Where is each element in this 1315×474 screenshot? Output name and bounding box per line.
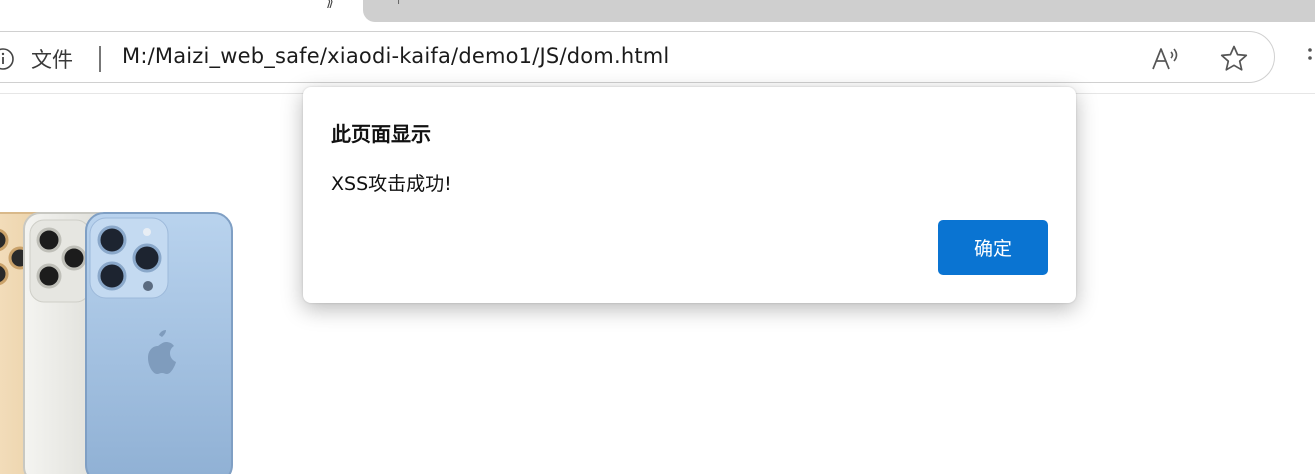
ok-button[interactable]: 确定	[938, 220, 1048, 275]
address-divider	[99, 46, 101, 72]
toolbar: 文件 M:/Maizi_web_safe/xiaodi-kaifa/demo1/…	[0, 22, 1315, 94]
alert-dialog: 此页面显示 XSS攻击成功! 确定	[303, 87, 1076, 303]
tab-strip: ⟫ ⊢	[0, 0, 1315, 22]
scheme-label: 文件	[31, 48, 73, 72]
more-options-icon[interactable]	[1305, 46, 1315, 76]
product-phone-image	[0, 212, 233, 474]
browser-window: ⟫ ⊢ 文件 M:/Maizi_web_safe/xiaodi-kaifa/de…	[0, 0, 1315, 474]
read-aloud-icon[interactable]	[1150, 45, 1182, 73]
url-text[interactable]: M:/Maizi_web_safe/xiaodi-kaifa/demo1/JS/…	[122, 44, 669, 68]
tab-scroll-icon[interactable]: ⟫	[326, 0, 334, 10]
tab-favicon-icon: ⊢	[397, 0, 410, 8]
dialog-title: 此页面显示	[331, 122, 431, 146]
favorite-star-icon[interactable]	[1218, 43, 1250, 75]
dialog-message: XSS攻击成功!	[331, 173, 452, 195]
site-info-icon[interactable]	[0, 47, 15, 71]
tab-inactive[interactable]	[363, 0, 1315, 22]
